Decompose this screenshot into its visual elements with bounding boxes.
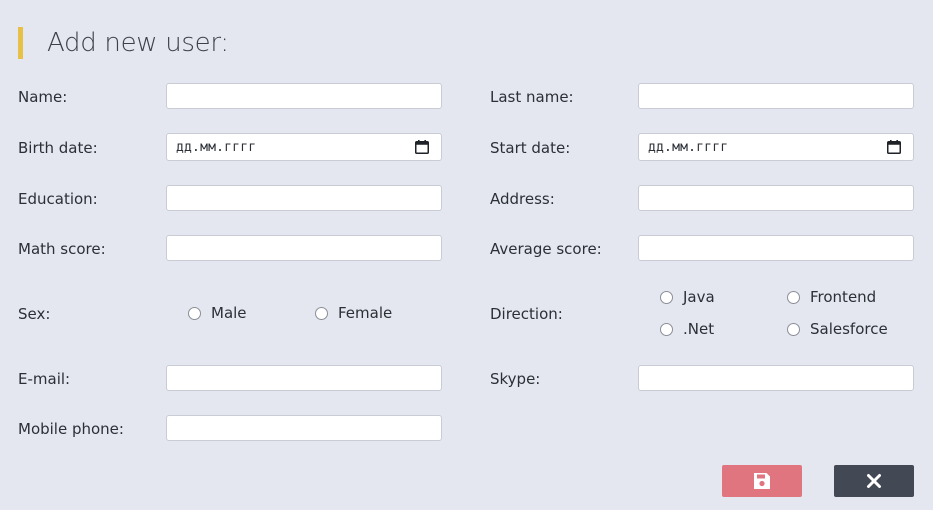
math-score-field[interactable] <box>166 235 442 261</box>
skype-input[interactable] <box>639 366 913 390</box>
direction-radio-java[interactable]: Java <box>660 288 715 306</box>
address-input[interactable] <box>639 186 913 210</box>
skype-field[interactable] <box>638 365 914 391</box>
name-label: Name: <box>18 88 68 106</box>
direction-radio-net[interactable]: .Net <box>660 320 714 338</box>
page-header: Add new user: <box>18 27 229 59</box>
mobile-phone-label: Mobile phone: <box>18 420 124 438</box>
close-icon <box>867 474 881 488</box>
sex-label: Sex: <box>18 305 51 323</box>
page-title: Add new user: <box>47 28 229 58</box>
average-score-field[interactable] <box>638 235 914 261</box>
sex-radio-female[interactable]: Female <box>315 304 392 322</box>
birth-date-field[interactable]: дд.мм.гггг <box>166 133 442 161</box>
radio-label-female: Female <box>338 304 393 322</box>
average-score-input[interactable] <box>639 236 913 260</box>
email-field[interactable] <box>166 365 442 391</box>
radio-circle[interactable] <box>188 306 201 320</box>
start-date-placeholder: дд.мм.гггг <box>648 140 729 155</box>
title-accent-bar <box>18 27 23 59</box>
email-input[interactable] <box>167 366 441 390</box>
radio-label-salesforce: Salesforce <box>810 320 888 338</box>
birth-date-placeholder: дд.мм.гггг <box>176 140 257 155</box>
last-name-input[interactable] <box>639 84 913 108</box>
floppy-disk-icon <box>754 473 770 489</box>
sex-radio-male[interactable]: Male <box>188 304 247 322</box>
math-score-input[interactable] <box>167 236 441 260</box>
skype-label: Skype: <box>490 370 541 388</box>
save-button[interactable] <box>722 465 802 497</box>
radio-label-net: .Net <box>683 320 715 338</box>
average-score-label: Average score: <box>490 240 602 258</box>
calendar-icon[interactable] <box>415 140 429 154</box>
last-name-field[interactable] <box>638 83 914 109</box>
address-field[interactable] <box>638 185 914 211</box>
direction-label: Direction: <box>490 305 563 323</box>
radio-circle[interactable] <box>660 322 673 336</box>
birth-date-label: Birth date: <box>18 139 98 157</box>
education-input[interactable] <box>167 186 441 210</box>
name-input[interactable] <box>167 84 441 108</box>
last-name-label: Last name: <box>490 88 574 106</box>
math-score-label: Math score: <box>18 240 106 258</box>
calendar-icon[interactable] <box>887 140 901 154</box>
radio-label-java: Java <box>683 288 715 306</box>
cancel-button[interactable] <box>834 465 914 497</box>
radio-label-male: Male <box>211 304 247 322</box>
radio-circle[interactable] <box>787 290 800 304</box>
start-date-label: Start date: <box>490 139 571 157</box>
education-label: Education: <box>18 190 98 208</box>
start-date-field[interactable]: дд.мм.гггг <box>638 133 914 161</box>
radio-label-frontend: Frontend <box>810 288 877 306</box>
radio-circle[interactable] <box>660 290 673 304</box>
address-label: Address: <box>490 190 555 208</box>
education-field[interactable] <box>166 185 442 211</box>
radio-circle[interactable] <box>315 306 328 320</box>
direction-radio-frontend[interactable]: Frontend <box>787 288 876 306</box>
email-label: E-mail: <box>18 370 71 388</box>
radio-circle[interactable] <box>787 322 800 336</box>
direction-radio-salesforce[interactable]: Salesforce <box>787 320 888 338</box>
mobile-phone-input[interactable] <box>167 416 441 440</box>
name-field[interactable] <box>166 83 442 109</box>
mobile-phone-field[interactable] <box>166 415 442 441</box>
